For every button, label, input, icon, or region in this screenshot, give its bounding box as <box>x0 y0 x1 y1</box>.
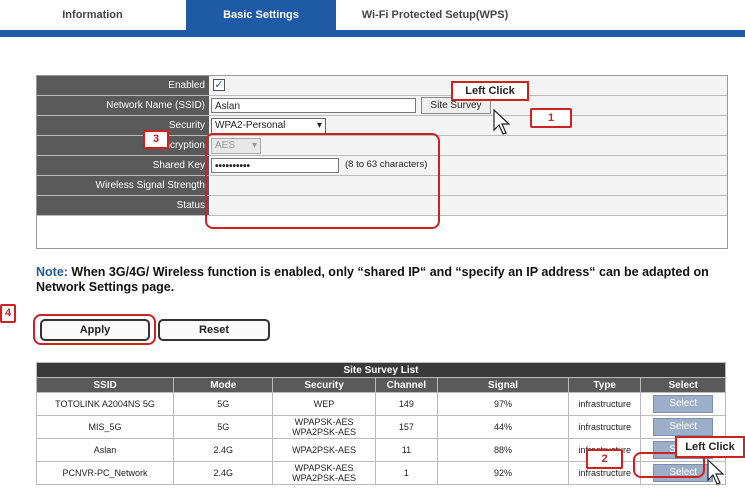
channel-cell: 157 <box>374 415 439 439</box>
network-note: Note: When 3G/4G/ Wireless function is e… <box>36 265 741 295</box>
col-select: Select <box>640 377 726 393</box>
tab-basic-settings[interactable]: Basic Settings <box>186 0 336 30</box>
cursor-icon <box>707 458 725 485</box>
mode-cell: 5G <box>173 415 274 439</box>
cursor-icon <box>493 108 511 135</box>
select-button[interactable]: Select <box>653 395 714 413</box>
security-label: Security <box>37 116 209 135</box>
signal-cell: 97% <box>437 392 569 416</box>
ssid-cell: PCNVR-PC_Network <box>35 461 175 485</box>
ssid-label: Network Name (SSID) <box>37 96 209 115</box>
ssid-cell: MIS_5G <box>35 415 175 439</box>
security-cell: WEP <box>272 392 376 416</box>
col-security: Security <box>272 377 376 393</box>
tab-information[interactable]: Information <box>0 0 185 30</box>
security-select[interactable]: WPA2-Personal ▾ <box>211 118 326 134</box>
shared-key-label: Shared Key <box>37 156 209 175</box>
left-click-callout-1: Left Click <box>451 81 529 101</box>
enabled-row: Enabled ✓ <box>37 76 727 96</box>
security-cell: WPAPSK-AES WPA2PSK-AES <box>272 415 376 439</box>
channel-cell: 149 <box>374 392 439 416</box>
type-cell: infrastructure <box>567 415 642 439</box>
survey-title: Site Survey List <box>36 362 726 378</box>
encryption-label: Encryption <box>37 136 209 155</box>
apply-highlight-box <box>33 314 156 345</box>
left-click-callout-2: Left Click <box>675 436 745 458</box>
table-row: MIS_5G 5G WPAPSK-AES WPA2PSK-AES 157 44%… <box>35 415 726 439</box>
col-channel: Channel <box>374 377 439 393</box>
channel-cell: 11 <box>374 438 439 462</box>
select-button[interactable]: Select <box>653 418 714 436</box>
enabled-checkbox[interactable]: ✓ <box>213 79 225 91</box>
signal-cell: 88% <box>437 438 569 462</box>
reset-button[interactable]: Reset <box>158 319 270 341</box>
signal-cell: 44% <box>437 415 569 439</box>
col-mode: Mode <box>173 377 274 393</box>
step-3-badge: 3 <box>143 130 169 149</box>
col-ssid: SSID <box>35 377 175 393</box>
type-cell: infrastructure <box>567 392 642 416</box>
security-cell: WPA2PSK-AES <box>272 438 376 462</box>
security-select-value: WPA2-Personal <box>215 120 286 131</box>
ssid-row: Network Name (SSID) Aslan Site Survey <box>37 96 727 116</box>
enabled-label: Enabled <box>37 76 209 95</box>
step-1-badge: 1 <box>530 108 572 128</box>
tab-wps[interactable]: Wi-Fi Protected Setup(WPS) <box>340 0 530 30</box>
col-signal: Signal <box>437 377 569 393</box>
tab-bar: Information Basic Settings Wi-Fi Protect… <box>0 0 745 32</box>
mode-cell: 2.4G <box>173 461 274 485</box>
mode-cell: 2.4G <box>173 438 274 462</box>
signal-strength-label: Wireless Signal Strength <box>37 176 209 195</box>
tab-underline <box>0 30 745 37</box>
mode-cell: 5G <box>173 392 274 416</box>
ssid-input[interactable]: Aslan <box>211 98 416 113</box>
step-2-badge: 2 <box>586 449 623 469</box>
ssid-cell: TOTOLINK A2004NS 5G <box>35 392 175 416</box>
ssid-cell: Aslan <box>35 438 175 462</box>
security-cell: WPAPSK-AES WPA2PSK-AES <box>272 461 376 485</box>
note-prefix: Note: <box>36 265 68 279</box>
table-row: TOTOLINK A2004NS 5G 5G WEP 149 97% infra… <box>35 392 726 416</box>
note-text: When 3G/4G/ Wireless function is enabled… <box>36 265 709 294</box>
security-highlight-box <box>205 133 440 229</box>
status-label: Status <box>37 196 209 215</box>
col-type: Type <box>567 377 642 393</box>
channel-cell: 1 <box>374 461 439 485</box>
step-4-badge: 4 <box>0 304 16 323</box>
chevron-down-icon: ▾ <box>316 120 322 131</box>
signal-cell: 92% <box>437 461 569 485</box>
